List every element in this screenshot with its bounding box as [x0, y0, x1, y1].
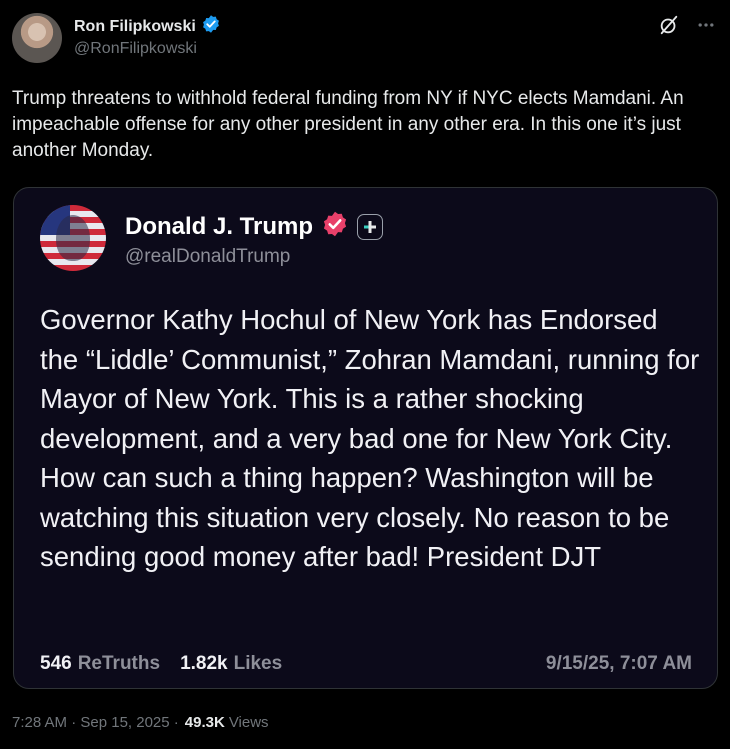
post-meta: 7:28 AM · Sep 15, 2025 · 49.3K Views — [12, 714, 269, 731]
grok-icon[interactable] — [658, 14, 680, 41]
author-avatar[interactable] — [12, 13, 62, 63]
verified-badge-icon — [201, 14, 221, 39]
author-handle[interactable]: @RonFilipkowski — [74, 40, 197, 58]
post-actions-top — [658, 14, 716, 41]
retruths-count: 546 — [40, 653, 72, 674]
views-label: Views — [228, 714, 269, 731]
author-name-row: Ron Filipkowski — [74, 14, 221, 39]
portrait-shape — [56, 215, 90, 261]
quoted-author-avatar[interactable] — [40, 205, 106, 271]
more-horizontal-icon[interactable] — [696, 15, 716, 40]
quoted-author-name-row: Donald J. Trump — [125, 210, 384, 243]
likes-count: 1.82k — [180, 653, 228, 674]
quoted-post-text: Governor Kathy Hochul of New York has En… — [40, 304, 700, 572]
author-name[interactable]: Ron Filipkowski — [74, 18, 196, 36]
views-count: 49.3K — [184, 714, 225, 731]
post-timestamp[interactable]: 7:28 AM · Sep 15, 2025 · — [12, 714, 179, 731]
quoted-post-stats: 546 ReTruths 1.82k Likes 9/15/25, 7:07 A… — [40, 653, 692, 675]
likes-label: Likes — [233, 653, 283, 674]
quoted-post-card[interactable]: Donald J. Trump @realDonaldTrump Governo… — [13, 187, 718, 689]
quoted-author-handle[interactable]: @realDonaldTrump — [125, 246, 290, 268]
post-text: Trump threatens to withhold federal fund… — [12, 88, 684, 161]
quoted-author-name[interactable]: Donald J. Trump — [125, 213, 313, 241]
truth-plus-icon — [357, 213, 384, 240]
quoted-post-date: 9/15/25, 7:07 AM — [545, 653, 692, 674]
quoted-verified-badge-icon — [321, 210, 349, 243]
retruths-label: ReTruths — [77, 653, 161, 674]
